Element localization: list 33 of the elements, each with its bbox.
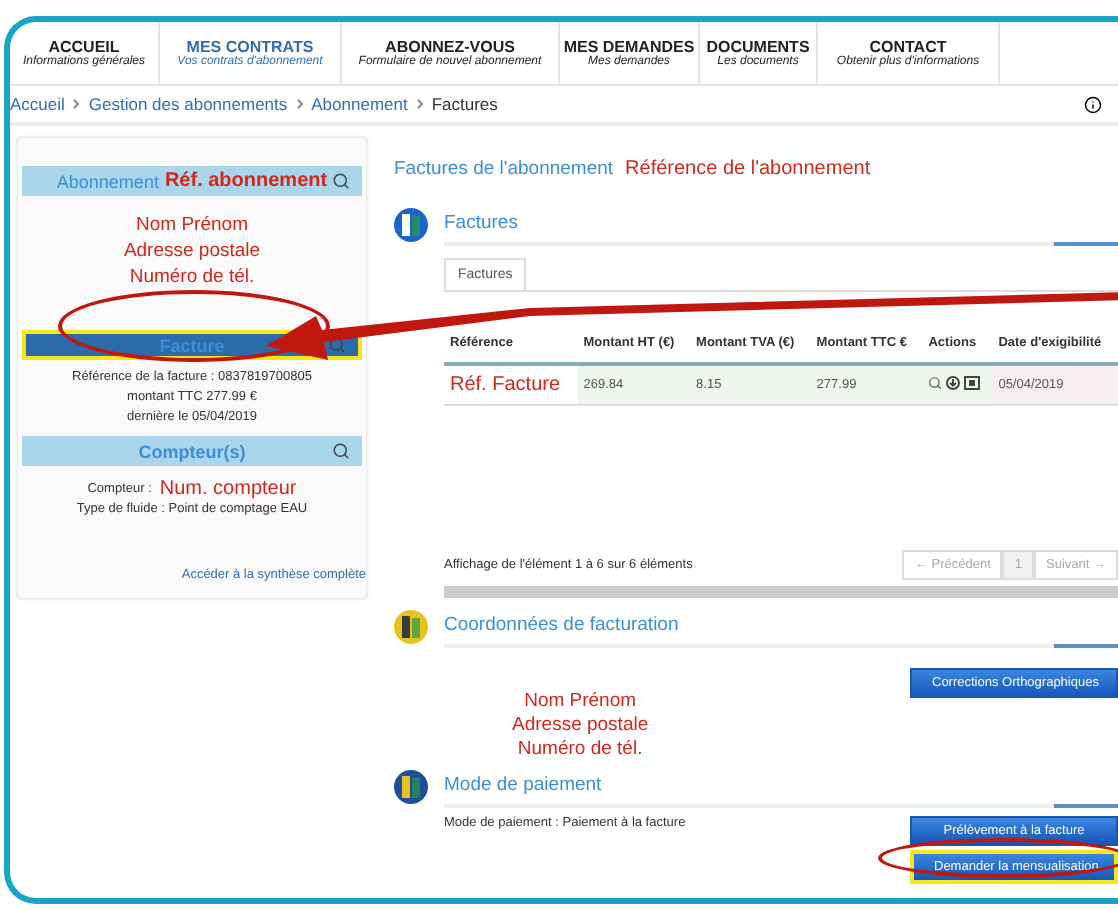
section-heading: Coordonnées de facturation	[444, 609, 1118, 647]
section-title: Abonnement	[56, 171, 159, 191]
annotation-text: Adresse postale	[512, 713, 649, 737]
annotation-text: Nom Prénom	[524, 689, 637, 713]
billing-section-icon	[394, 609, 428, 643]
scrollbar[interactable]	[444, 585, 1118, 597]
info-icon[interactable]	[1084, 95, 1102, 113]
document-icon[interactable]	[964, 375, 981, 389]
annotation-text: Adresse postale	[123, 238, 261, 264]
chevron-icon	[72, 98, 81, 110]
chevron-icon	[295, 98, 304, 110]
breadcrumb-link[interactable]: Gestion des abonnements	[88, 94, 288, 114]
annotation-text: Référence de l'abonnement	[625, 158, 871, 180]
search-icon[interactable]	[332, 442, 350, 460]
page-title: Factures de l'abonnement	[394, 158, 614, 180]
section-title: Compteur(s)	[138, 441, 246, 461]
section-heading: Factures	[444, 208, 1118, 246]
breadcrumb-link[interactable]: Abonnement	[311, 94, 408, 114]
annotation-text: Nom Prénom	[136, 212, 248, 238]
section-heading: Mode de paiement	[444, 769, 1118, 807]
chevron-icon	[415, 98, 424, 110]
search-icon[interactable]	[332, 172, 350, 190]
annotation-text: Réf. Facture	[450, 373, 561, 395]
annotation-text: Numéro de tél.	[517, 737, 643, 761]
breadcrumb-link[interactable]: Accueil	[10, 94, 65, 114]
invoice-section-icon	[394, 208, 428, 242]
annotation-text: Num. compteur	[159, 478, 297, 500]
download-icon[interactable]	[946, 375, 961, 389]
search-icon[interactable]	[928, 375, 943, 389]
annotation-text: Réf. abonnement	[164, 170, 328, 192]
payment-section-icon	[394, 769, 428, 803]
breadcrumb-link[interactable]: Factures	[431, 94, 498, 114]
annotation-text: Numéro de tél.	[129, 264, 255, 290]
